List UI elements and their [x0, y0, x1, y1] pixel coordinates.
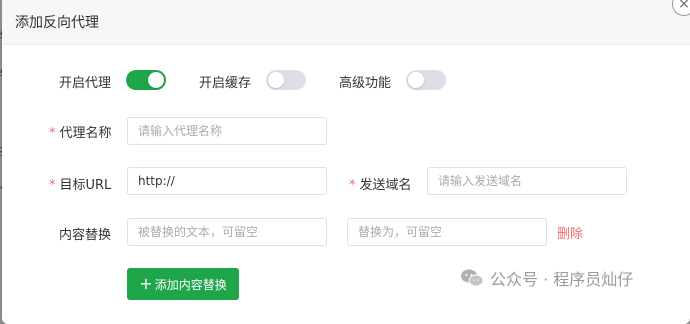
add-content-replace-button[interactable]: + 添加内容替换: [127, 268, 239, 300]
target-url-label-text: 目标URL: [59, 178, 112, 193]
add-content-replace-label: 添加内容替换: [154, 277, 227, 292]
send-domain-label-text: 发送域名: [359, 178, 412, 193]
required-mark: *: [349, 178, 356, 193]
proxy-name-label-text: 代理名称: [59, 126, 112, 141]
add-reverse-proxy-dialog: 添加反向代理 开启代理 开启缓存 高级功能 *代理名称 *目标URL *发送域名…: [2, 0, 690, 324]
required-mark: *: [49, 126, 56, 141]
proxy-switch-label: 开启代理: [59, 76, 112, 91]
content-replace-label: 内容替换: [59, 228, 112, 243]
switch-knob: [408, 72, 424, 88]
wechat-icon: [461, 269, 484, 287]
delete-replace-link[interactable]: 删除: [557, 223, 583, 242]
dialog-title: 添加反向代理: [15, 15, 99, 31]
switch-knob: [148, 72, 164, 88]
proxy-switch[interactable]: [126, 70, 166, 90]
target-url-label: * 目标URL: [49, 174, 111, 193]
plus-icon: +: [139, 274, 153, 293]
dialog-header: 添加反向代理: [2, 0, 690, 45]
replace-target-input[interactable]: [347, 218, 547, 246]
replace-source-input[interactable]: [127, 218, 327, 246]
send-domain-input[interactable]: [427, 167, 627, 195]
cache-switch[interactable]: [266, 70, 306, 90]
target-url-input[interactable]: [127, 167, 327, 195]
wechat-watermark: 公众号 · 程序员灿仔: [460, 266, 633, 290]
watermark-text: 公众号 · 程序员灿仔: [490, 270, 634, 289]
advanced-switch[interactable]: [406, 70, 446, 90]
cache-switch-label: 开启缓存: [199, 76, 252, 91]
advanced-switch-label: 高级功能: [339, 76, 392, 91]
send-domain-label: * 发送域名: [349, 174, 412, 193]
switch-knob: [268, 72, 284, 88]
required-mark: *: [49, 178, 56, 193]
proxy-name-input[interactable]: [127, 117, 327, 145]
proxy-name-label: * 代理名称: [49, 122, 112, 141]
